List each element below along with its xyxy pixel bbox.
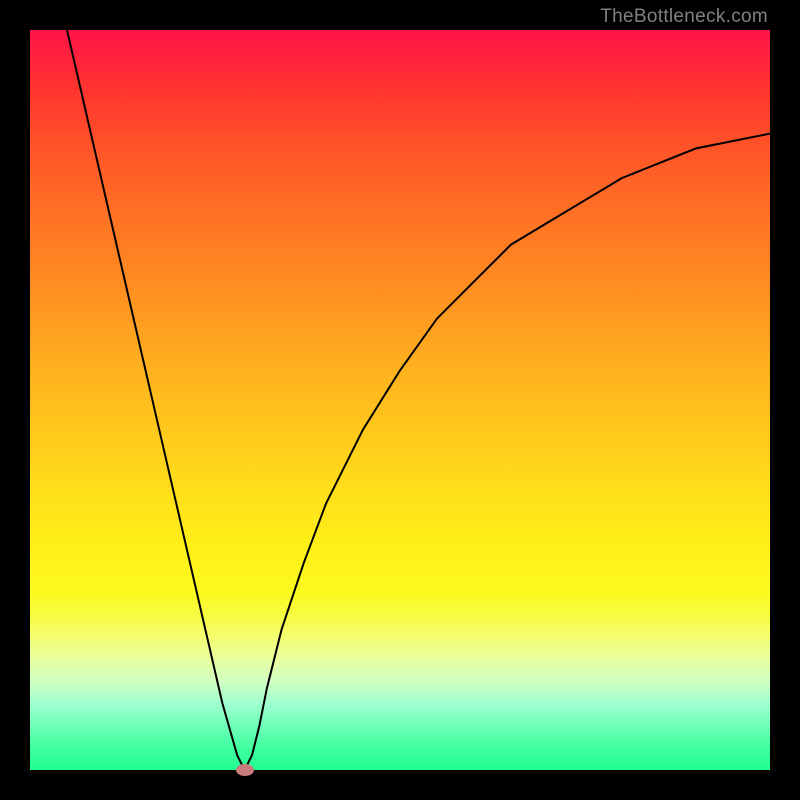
minimum-marker: [236, 764, 254, 776]
attribution-text: TheBottleneck.com: [600, 6, 768, 28]
bottleneck-curve: [30, 30, 770, 770]
chart-container: TheBottleneck.com: [0, 0, 800, 800]
